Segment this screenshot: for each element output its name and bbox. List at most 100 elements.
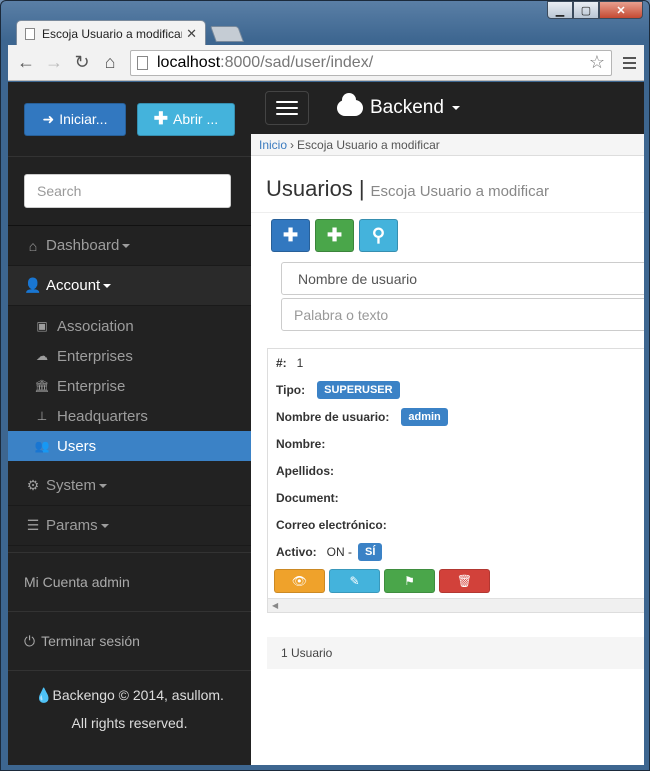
open-button[interactable]: ✚ Abrir ... xyxy=(136,102,235,136)
user-record-card: #: 1 Tipo: SUPERUSER Nombre de usuario: adm… xyxy=(267,348,644,613)
sidebar-search: Search xyxy=(8,156,251,226)
maximize-button[interactable]: ▢ xyxy=(573,1,599,19)
page-title: Usuarios xyxy=(266,176,353,201)
cloud-icon: ☁ xyxy=(36,349,48,363)
menu-toggle-button[interactable] xyxy=(265,91,309,125)
record-row-tipo: Tipo: SUPERUSER xyxy=(268,376,644,403)
record-row-nombre: Nombre: xyxy=(268,430,644,457)
record-actions: 👁 ✎ ⚑ 🗑 xyxy=(268,565,644,597)
bookmark-star-icon[interactable]: ☆ xyxy=(589,52,605,73)
field-label: Activo: xyxy=(276,544,317,559)
flag-icon: ⚑ xyxy=(404,574,415,588)
username-filter-select[interactable]: Nombre de usuario xyxy=(281,262,644,295)
sidebar: ➜ Iniciar... ✚ Abrir ... Search ⌂ Dashboar… xyxy=(8,82,251,765)
sidebar-item-account[interactable]: 👤 Account xyxy=(8,266,251,306)
reload-icon[interactable]: ↻ xyxy=(68,49,96,77)
caret-down-icon xyxy=(100,523,109,528)
caret-down-icon xyxy=(122,243,131,248)
association-icon: ▣ xyxy=(36,319,48,333)
close-tab-icon[interactable]: ✕ xyxy=(186,26,197,42)
chrome-menu-icon[interactable] xyxy=(618,56,640,69)
sidebar-item-label: Dashboard xyxy=(46,237,120,254)
sidebar-item-users[interactable]: 👥 Users xyxy=(8,431,251,461)
sidebar-item-association[interactable]: ▣ Association xyxy=(8,311,251,341)
brand-label: Backend xyxy=(370,97,444,118)
sidebar-item-system[interactable]: ⚙ System xyxy=(8,466,251,506)
user-icon: 👤 xyxy=(24,277,42,293)
sidebar-item-headquarters[interactable]: ⊥ Headquarters xyxy=(8,401,251,431)
record-row-activo: Activo: ON - SÍ xyxy=(268,538,644,565)
minimize-button[interactable]: ▁ xyxy=(547,1,573,19)
active-badge: SÍ xyxy=(358,542,383,561)
record-count: 1 Usuario xyxy=(267,637,644,669)
breadcrumb: Inicio › Escoja Usuario a modificar xyxy=(251,134,644,156)
window-controls: ▁ ▢ ✕ xyxy=(547,1,643,19)
edit-button[interactable]: ✎ xyxy=(329,569,380,593)
add-button[interactable]: ✚ xyxy=(271,219,310,252)
page-heading: Usuarios | Escoja Usuario a modificar xyxy=(251,156,644,213)
my-account-link[interactable]: Mi Cuenta admin xyxy=(8,553,251,611)
trash-icon: 🗑 xyxy=(456,574,473,588)
sidebar-item-label: Enterprises xyxy=(57,347,133,365)
type-badge: SUPERUSER xyxy=(317,380,400,399)
flag-button[interactable]: ⚑ xyxy=(384,569,435,593)
address-bar[interactable]: localhost:8000/sad/user/index/ ☆ xyxy=(130,49,612,76)
logout-label: Terminar sesión xyxy=(41,633,140,649)
record-row-num: #: 1 xyxy=(268,349,644,376)
cogs-icon: ⚙ xyxy=(26,477,40,493)
sidebar-top-buttons: ➜ Iniciar... ✚ Abrir ... xyxy=(8,82,251,156)
sitemap-icon: ⊥ xyxy=(36,409,48,423)
field-label: Correo electrónico: xyxy=(276,517,387,532)
logout-link[interactable]: ⏻ Terminar sesión xyxy=(8,612,251,670)
list-icon: ☰ xyxy=(26,517,40,533)
horizontal-scrollbar[interactable]: ◀ xyxy=(268,598,644,612)
sidebar-item-label: Params xyxy=(46,517,98,534)
back-icon[interactable]: ← xyxy=(12,49,40,77)
sidebar-item-dashboard[interactable]: ⌂ Dashboard xyxy=(8,226,251,266)
field-label: #: xyxy=(276,355,287,370)
field-label: Apellidos: xyxy=(276,463,335,478)
top-navbar: Backend xyxy=(251,82,644,134)
page: ➜ Iniciar... ✚ Abrir ... Search ⌂ Dashboar… xyxy=(8,82,644,765)
new-tab-button[interactable] xyxy=(210,26,244,42)
browser-tab[interactable]: Escoja Usuario a modificar ✕ xyxy=(16,20,206,46)
sidebar-footer: 💧Backengo © 2014, asullom. All rights re… xyxy=(8,671,251,747)
sidebar-item-params[interactable]: ☰ Params xyxy=(8,506,251,546)
sidebar-item-label: Users xyxy=(57,437,97,455)
footer-copyright: Backengo © 2014, asullom. xyxy=(52,687,224,703)
brand-menu[interactable]: Backend xyxy=(337,93,460,119)
breadcrumb-home[interactable]: Inicio xyxy=(259,138,287,152)
sidebar-item-label: Association xyxy=(57,317,134,335)
footer-rights: All rights reserved. xyxy=(71,715,188,731)
browser-window: ▁ ▢ ✕ Escoja Usuario a modificar ✕ ← → ↻… xyxy=(0,0,650,771)
login-button[interactable]: ➜ Iniciar... xyxy=(24,102,126,136)
browser-toolbar: ← → ↻ ⌂ localhost:8000/sad/user/index/ ☆ xyxy=(8,45,644,81)
caret-down-icon xyxy=(451,106,460,110)
search-input[interactable]: Search xyxy=(24,174,231,208)
page-icon xyxy=(137,55,148,70)
account-submenu: ▣ Association ☁ Enterprises 🏛 Enterprise ⊥ H… xyxy=(8,306,251,466)
tab-title: Escoja Usuario a modificar xyxy=(42,26,183,41)
field-value: 1 xyxy=(296,355,304,370)
sign-in-icon: ➜ xyxy=(42,110,55,127)
delete-button[interactable]: 🗑 xyxy=(439,569,490,593)
forward-icon[interactable]: → xyxy=(40,49,68,77)
view-button[interactable]: 👁 xyxy=(274,569,325,593)
text-filter-input[interactable]: Palabra o texto xyxy=(281,298,644,331)
search-button[interactable]: ⚲ xyxy=(359,219,398,252)
plus-icon: ✚ xyxy=(153,109,169,128)
add-new-button[interactable]: ✚ xyxy=(315,219,354,252)
sidebar-item-enterprises[interactable]: ☁ Enterprises xyxy=(8,341,251,371)
caret-down-icon xyxy=(103,283,112,288)
breadcrumb-separator: › xyxy=(290,137,295,152)
sidebar-item-enterprise[interactable]: 🏛 Enterprise xyxy=(8,371,251,401)
institution-icon: 🏛 xyxy=(34,379,50,393)
close-window-button[interactable]: ✕ xyxy=(599,1,643,19)
drop-icon: 💧 xyxy=(35,687,53,703)
url-path: :8000/sad/user/index/ xyxy=(220,53,374,71)
record-row-document: Document: xyxy=(268,484,644,511)
main-content: Backend Inicio › Escoja Usuario a modifi… xyxy=(251,82,644,765)
power-icon: ⏻ xyxy=(24,632,36,649)
home-icon[interactable]: ⌂ xyxy=(96,49,124,77)
page-icon xyxy=(25,27,35,40)
